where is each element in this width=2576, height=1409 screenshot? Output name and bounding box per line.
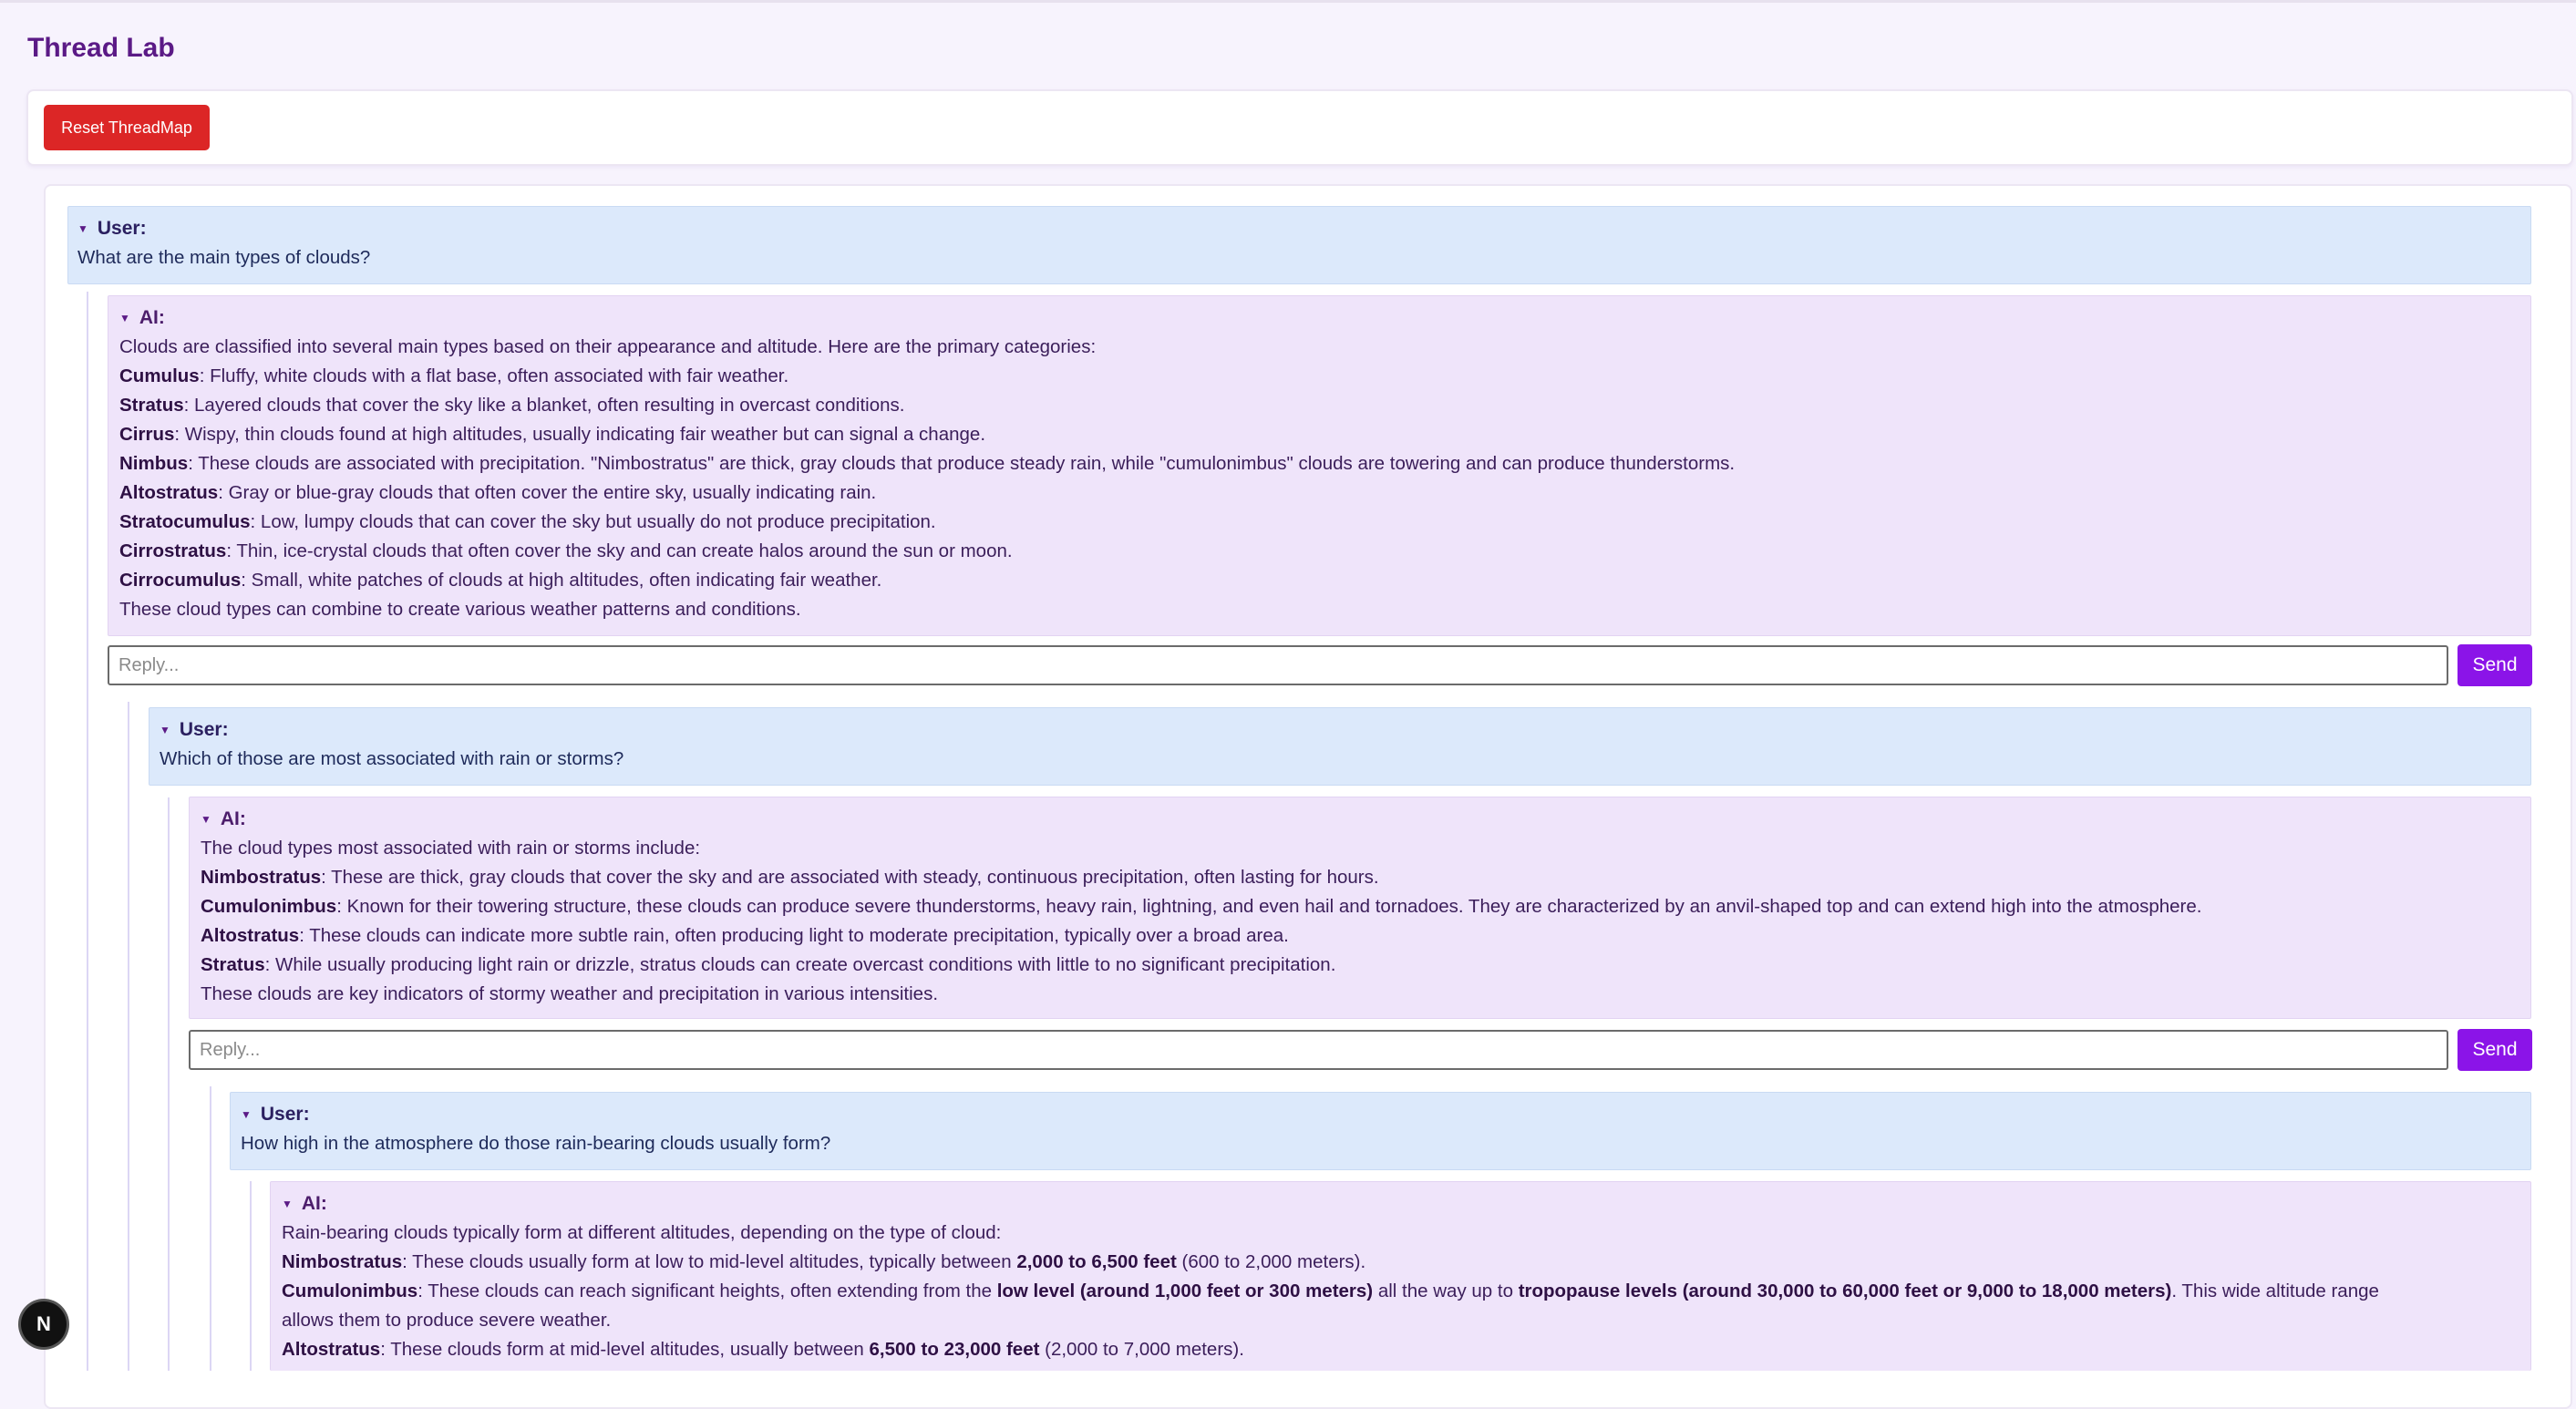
cloud-type-description: : Fluffy, white clouds with a flat base,… [199,365,789,386]
cloud-type-term: Nimbostratus [201,867,322,888]
cloud-type-description: : These clouds can indicate more subtle … [299,925,1289,946]
altitude-text: all the way up to [1373,1280,1519,1301]
message-text: Rain-bearing clouds typically form at di… [282,1222,1002,1243]
cloud-type-term: Stratus [119,395,184,416]
cloud-type-description: : Known for their towering structure, th… [336,896,2202,917]
thread-guide-line [87,292,88,1371]
altitude-text: : These clouds usually form at low to mi… [402,1251,1017,1272]
list-item: Cumulonimbus: Known for their towering s… [201,892,2519,921]
altitude-range: low level (around 1,000 feet or 300 mete… [996,1280,1374,1301]
thread-guide-line [128,702,129,1371]
reply-input[interactable] [189,1030,2448,1070]
cloud-type-description: : While usually producing light rain or … [264,954,1336,975]
message-text: These clouds are key indicators of storm… [201,983,939,1004]
altitude-text: (2,000 to 7,000 meters). [1039,1339,1244,1360]
cloud-type-term: Cumulonimbus [201,896,337,917]
cloud-type-term: Nimbus [119,453,189,474]
collapse-caret-icon[interactable]: ▼ [119,303,130,333]
collapse-caret-icon[interactable]: ▼ [282,1189,293,1219]
message-text: These cloud types can combine to create … [119,599,801,620]
cloud-type-term: Cumulonimbus [282,1280,418,1301]
cloud-type-term: Nimbostratus [282,1251,403,1272]
cloud-type-term: Cirrocumulus [119,570,242,591]
list-item: Cumulus: Fluffy, white clouds with a fla… [119,362,2519,391]
nextjs-dev-badge[interactable]: N [21,1301,67,1347]
message-text: What are the main types of clouds? [77,247,371,268]
thread-guide-line [210,1086,211,1371]
list-item: Cirrus: Wispy, thin clouds found at high… [119,420,2519,449]
cloud-type-description: : Wispy, thin clouds found at high altit… [174,424,986,445]
cloud-type-term: Altostratus [119,482,219,503]
thread-guide-line [168,797,170,1371]
message-role-label: User: [97,218,147,239]
reply-row: Send [189,1029,2532,1071]
list-item: Stratocumulus: Low, lumpy clouds that ca… [119,508,2519,537]
altitude-text: : These clouds can reach significant hei… [417,1280,997,1301]
list-item: Stratus: Layered clouds that cover the s… [119,391,2519,420]
cloud-type-term: Altostratus [282,1339,381,1360]
altitude-range: tropopause levels (around 30,000 to 60,0… [1518,1280,2172,1301]
cloud-type-term: Cirrus [119,424,175,445]
list-item: Nimbostratus: These clouds usually form … [282,1248,2519,1277]
toolbar: Reset ThreadMap [26,89,2573,166]
message-role-label: AI: [301,1193,327,1214]
send-button[interactable]: Send [2458,1029,2532,1071]
cloud-type-term: Cirrostratus [119,540,227,561]
altitude-range: 6,500 to 23,000 feet [869,1339,1040,1360]
list-item: Cumulonimbus: These clouds can reach sig… [282,1277,2519,1306]
cloud-type-description: : These are thick, gray clouds that cove… [321,867,1379,888]
list-item: Stratus: While usually producing light r… [201,951,2519,980]
altitude-text: (600 to 2,000 meters). [1176,1251,1366,1272]
list-item: Nimbus: These clouds are associated with… [119,449,2519,478]
message-role-label: User: [260,1104,310,1125]
cloud-type-term: Altostratus [201,925,300,946]
ai-message: ▼ AI: Clouds are classified into several… [108,295,2531,636]
cloud-type-description: : Thin, ice-crystal clouds that often co… [226,540,1013,561]
send-button[interactable]: Send [2458,644,2532,686]
user-message: ▼ User: How high in the atmosphere do th… [230,1092,2531,1170]
thread-guide-line [250,1181,252,1371]
reply-input[interactable] [108,645,2448,685]
message-text: Which of those are most associated with … [160,748,624,769]
cloud-type-description: : Small, white patches of clouds at high… [241,570,882,591]
message-role-label: AI: [139,307,165,328]
window-top-border [0,0,2576,3]
altitude-text: : These clouds form at mid-level altitud… [380,1339,870,1360]
message-text: allows them to produce severe weather. [282,1310,612,1331]
altitude-text: . This wide altitude range [2171,1280,2379,1301]
cloud-type-description: : Layered clouds that cover the sky like… [183,395,905,416]
message-role-label: AI: [220,808,246,829]
cloud-type-term: Cumulus [119,365,200,386]
user-message: ▼ User: Which of those are most associat… [149,707,2531,786]
cloud-type-term: Stratocumulus [119,511,251,532]
list-item: Cirrocumulus: Small, white patches of cl… [119,566,2519,595]
ai-message: ▼ AI: The cloud types most associated wi… [189,797,2531,1019]
cloud-type-description: : Low, lumpy clouds that can cover the s… [250,511,936,532]
page-title: Thread Lab [27,33,175,63]
list-item: Nimbostratus: These are thick, gray clou… [201,863,2519,892]
message-text: Clouds are classified into several main … [119,336,1097,357]
message-text: How high in the atmosphere do those rain… [241,1133,831,1154]
reply-row: Send [108,644,2532,686]
list-item: Altostratus: These clouds can indicate m… [201,921,2519,951]
cloud-type-description: : These clouds are associated with preci… [188,453,1736,474]
list-item: Altostratus: These clouds form at mid-le… [282,1335,2519,1364]
reset-threadmap-button[interactable]: Reset ThreadMap [44,105,210,150]
user-message: ▼ User: What are the main types of cloud… [67,206,2531,284]
list-item: Cirrostratus: Thin, ice-crystal clouds t… [119,537,2519,566]
collapse-caret-icon[interactable]: ▼ [160,715,170,745]
collapse-caret-icon[interactable]: ▼ [201,805,211,834]
message-role-label: User: [179,719,229,740]
message-text: The cloud types most associated with rai… [201,838,701,859]
altitude-range: 2,000 to 6,500 feet [1016,1251,1177,1272]
cloud-type-description: : Gray or blue-gray clouds that often co… [218,482,877,503]
collapse-caret-icon[interactable]: ▼ [77,214,88,243]
ai-message: ▼ AI: Rain-bearing clouds typically form… [270,1181,2531,1371]
collapse-caret-icon[interactable]: ▼ [241,1100,252,1129]
cloud-type-term: Stratus [201,954,265,975]
list-item: Altostratus: Gray or blue-gray clouds th… [119,478,2519,508]
